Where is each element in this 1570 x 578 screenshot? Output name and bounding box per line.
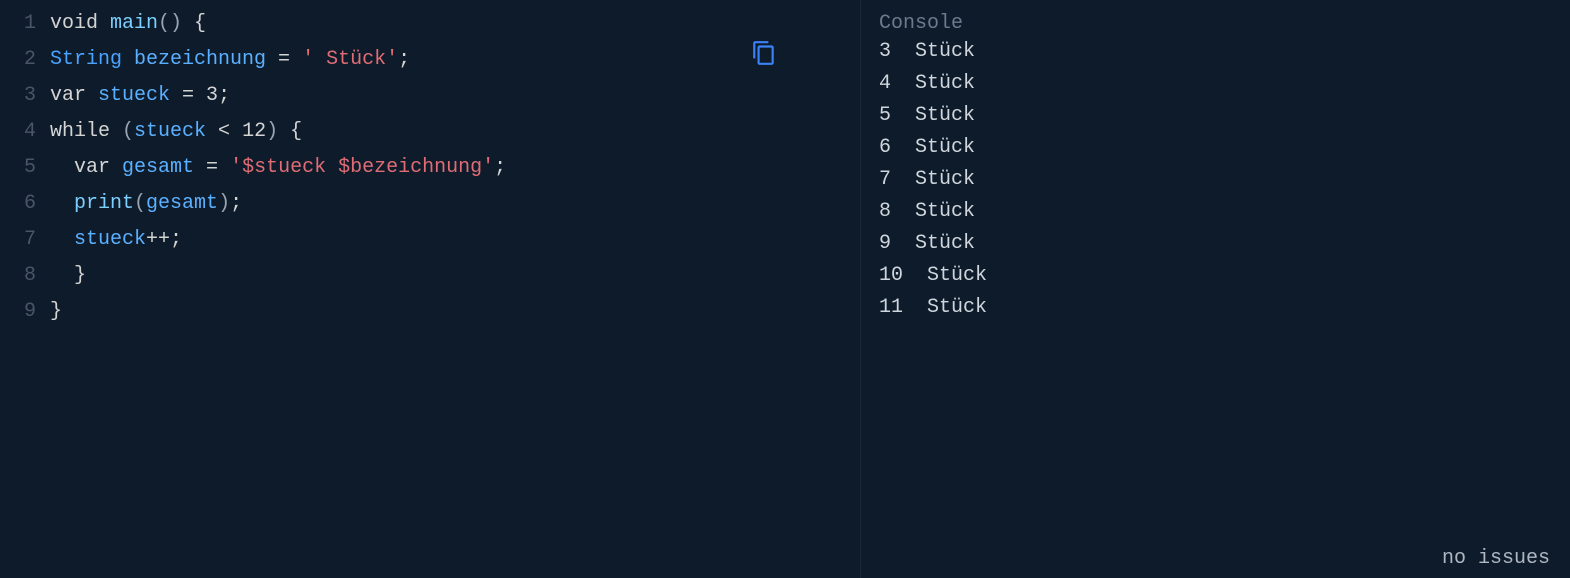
line-number: 8 [0, 258, 50, 294]
code-editor-pane[interactable]: 1void main() {2String bezeichnung = ' St… [0, 0, 860, 578]
console-output-line: 3 Stück [861, 36, 1570, 68]
console-output-line: 10 Stück [861, 260, 1570, 292]
code-content[interactable]: print(gesamt); [50, 186, 242, 222]
code-line[interactable]: 7 stueck++; [0, 222, 860, 258]
line-number: 1 [0, 6, 50, 42]
code-line[interactable]: 3var stueck = 3; [0, 78, 860, 114]
line-number: 9 [0, 294, 50, 330]
console-output-line: 11 Stück [861, 292, 1570, 324]
console-output-line: 5 Stück [861, 100, 1570, 132]
code-content[interactable]: while (stueck < 12) { [50, 114, 302, 150]
console-output-line: 8 Stück [861, 196, 1570, 228]
line-number: 6 [0, 186, 50, 222]
code-line[interactable]: 2String bezeichnung = ' Stück'; [0, 42, 860, 78]
line-number: 2 [0, 42, 50, 78]
code-content[interactable]: stueck++; [50, 222, 182, 258]
code-content[interactable]: var gesamt = '$stueck $bezeichnung'; [50, 150, 506, 186]
code-content[interactable]: } [50, 258, 86, 294]
code-content[interactable]: void main() { [50, 6, 206, 42]
issues-status[interactable]: no issues [1442, 547, 1550, 570]
console-output-line: 6 Stück [861, 132, 1570, 164]
console-output-line: 7 Stück [861, 164, 1570, 196]
code-line[interactable]: 9} [0, 294, 860, 330]
line-number: 5 [0, 150, 50, 186]
code-line[interactable]: 6 print(gesamt); [0, 186, 860, 222]
line-number: 3 [0, 78, 50, 114]
code-content[interactable]: } [50, 294, 62, 330]
console-output-line: 4 Stück [861, 68, 1570, 100]
code-content[interactable]: String bezeichnung = ' Stück'; [50, 42, 410, 78]
line-number: 7 [0, 222, 50, 258]
copy-button[interactable] [748, 40, 780, 72]
code-content[interactable]: var stueck = 3; [50, 78, 230, 114]
code-line[interactable]: 5 var gesamt = '$stueck $bezeichnung'; [0, 150, 860, 186]
copy-icon [751, 40, 777, 73]
console-title: Console [861, 6, 1570, 36]
console-output-line: 9 Stück [861, 228, 1570, 260]
code-line[interactable]: 1void main() { [0, 6, 860, 42]
line-number: 4 [0, 114, 50, 150]
console-pane: Console 3 Stück4 Stück5 Stück6 Stück7 St… [861, 0, 1570, 578]
code-line[interactable]: 4while (stueck < 12) { [0, 114, 860, 150]
code-line[interactable]: 8 } [0, 258, 860, 294]
